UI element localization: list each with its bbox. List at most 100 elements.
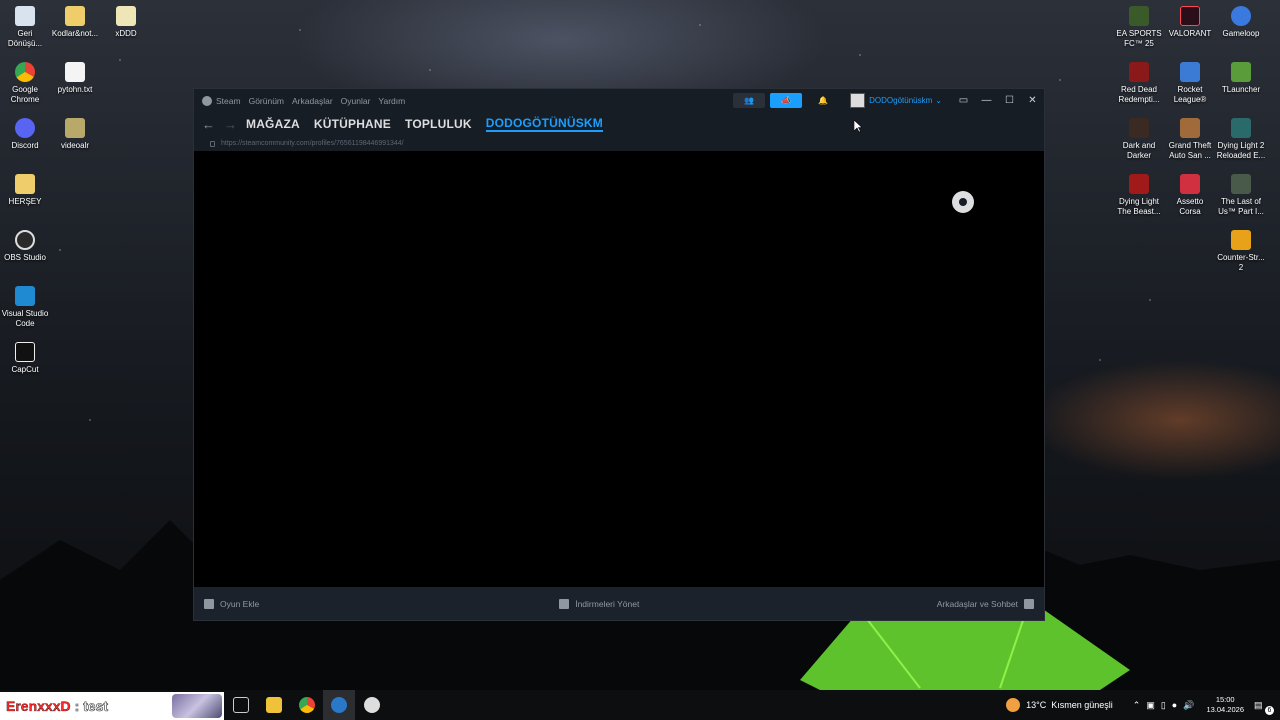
menu-help[interactable]: Yardım <box>378 96 405 106</box>
overlay-message: : test <box>74 698 109 715</box>
tab-store[interactable]: MAĞAZA <box>246 117 300 131</box>
steam-bottombar: Oyun Ekle İndirmeleri Yönet Arkadaşlar v… <box>194 587 1044 620</box>
dying-light-beast-shortcut[interactable]: Dying Light The Beast... <box>1114 174 1164 217</box>
menu-view[interactable]: Görünüm <box>249 96 284 106</box>
overlay-username: ErenxxxD <box>6 698 71 714</box>
menu-friends[interactable]: Arkadaşlar <box>292 96 333 106</box>
desktop-icon-label: Geri Dönüşü... <box>7 29 43 48</box>
file-icon <box>116 6 136 26</box>
desktop-icon-label: Google Chrome <box>10 85 40 104</box>
vscode-shortcut[interactable]: Visual Studio Code <box>0 286 50 329</box>
back-arrow-icon[interactable]: ← <box>202 117 215 132</box>
kodlar-folder-shortcut[interactable]: Kodlar&not... <box>50 6 100 39</box>
desktop-icon-label: HERŞEY <box>8 197 42 206</box>
gameloop-shortcut[interactable]: Gameloop <box>1216 6 1266 39</box>
clock-date: 13.04.2026 <box>1206 705 1244 714</box>
mic-icon[interactable]: ● <box>1172 700 1177 710</box>
notification-icon: ▤ <box>1254 699 1263 710</box>
desktop-icon-label: Dying Light 2 Reloaded E... <box>1216 141 1266 160</box>
recycle-bin-icon <box>15 6 35 26</box>
account-menu[interactable]: DODOgötünüskm ⌄ <box>850 93 942 108</box>
forward-arrow-icon[interactable]: → <box>224 117 237 132</box>
network-icon[interactable]: ▣ <box>1146 700 1155 711</box>
desktop-icon-label: TLauncher <box>1221 85 1261 94</box>
assetto-corsa-shortcut[interactable]: Assetto Corsa <box>1165 174 1215 217</box>
red-dead-shortcut[interactable]: Red Dead Redempti... <box>1114 62 1164 105</box>
stream-overlay: ErenxxxD : test <box>0 692 224 720</box>
url-bar: https://steamcommunity.com/profiles/7656… <box>194 136 1044 151</box>
chrome-taskbar-icon[interactable] <box>299 697 315 713</box>
gta-san-andreas-shortcut[interactable]: Grand Theft Auto San ... <box>1165 118 1215 161</box>
tab-profile[interactable]: DODOGÖTÜNÜSKM <box>485 116 603 132</box>
game-icon <box>1180 118 1200 138</box>
valorant-shortcut[interactable]: VALORANT <box>1165 6 1215 39</box>
download-icon <box>559 598 570 609</box>
weather-desc[interactable]: Kısmen güneşli <box>1051 700 1113 710</box>
ea-fc25-shortcut[interactable]: EA SPORTS FC™ 25 <box>1114 6 1164 49</box>
manage-downloads-label: İndirmeleri Yönet <box>575 598 640 609</box>
taskbar: ErenxxxD : test 13°C Kısmen güneşli ⌃ ▣ … <box>0 690 1280 720</box>
desktop-icon-label: The Last of Us™ Part I... <box>1218 197 1264 216</box>
steam-content-area <box>194 151 1044 587</box>
avatar <box>850 93 866 108</box>
game-icon <box>1180 62 1200 82</box>
game-icon <box>1129 174 1149 194</box>
capcut-shortcut[interactable]: CapCut <box>0 342 50 375</box>
game-icon <box>1129 118 1149 138</box>
counter-strike-2-shortcut[interactable]: Counter-Str... 2 <box>1216 230 1266 273</box>
desktop-icon-label: Dying Light The Beast... <box>1117 197 1161 216</box>
desktop-icon-label: Red Dead Redempti... <box>1118 85 1160 104</box>
system-tray: 13°C Kısmen güneşli ⌃ ▣ ▯ ● 🔊 15:00 13.0… <box>1006 690 1280 720</box>
file-explorer-icon[interactable] <box>266 697 282 713</box>
tab-community[interactable]: TOPLULUK <box>405 117 472 131</box>
monitor-icon: ▭ <box>958 95 969 106</box>
desktop-icon-label: VALORANT <box>1168 29 1212 38</box>
task-view-icon[interactable] <box>233 697 249 713</box>
friends-chat-label: Arkadaşlar ve Sohbet <box>936 598 1018 609</box>
maximize-button[interactable]: ☐ <box>998 95 1021 106</box>
battery-icon[interactable]: ▯ <box>1161 700 1166 711</box>
pytohn-txt-shortcut[interactable]: pytohn.txt <box>50 62 100 95</box>
friends-chat-button[interactable]: Arkadaşlar ve Sohbet <box>936 598 1034 609</box>
close-icon: ✕ <box>1028 95 1037 106</box>
close-button[interactable]: ✕ <box>1021 95 1044 106</box>
dark-and-darker-shortcut[interactable]: Dark and Darker <box>1114 118 1164 161</box>
xddd-shortcut[interactable]: xDDD <box>101 6 151 39</box>
desktop-icon-label: Kodlar&not... <box>51 29 99 38</box>
discord-shortcut[interactable]: Discord <box>0 118 50 151</box>
desktop-icon-label: OBS Studio <box>4 253 46 262</box>
steam-taskbar-icon-2[interactable] <box>364 697 380 713</box>
chevron-up-icon[interactable]: ⌃ <box>1133 700 1141 711</box>
url-text[interactable]: https://steamcommunity.com/profiles/7656… <box>221 140 404 147</box>
folder-icon <box>65 6 85 26</box>
last-of-us-shortcut[interactable]: The Last of Us™ Part I... <box>1216 174 1266 217</box>
desktop-icon-label: CapCut <box>11 365 39 374</box>
volume-icon[interactable]: 🔊 <box>1183 700 1194 711</box>
manage-downloads-button[interactable]: İndirmeleri Yönet <box>559 598 640 609</box>
dying-light-2-shortcut[interactable]: Dying Light 2 Reloaded E... <box>1216 118 1266 161</box>
rocket-league-shortcut[interactable]: Rocket League® <box>1165 62 1215 105</box>
steam-taskbar-icon[interactable] <box>331 697 347 713</box>
chrome-shortcut[interactable]: Google Chrome <box>0 62 50 105</box>
add-game-button[interactable]: Oyun Ekle <box>204 598 259 609</box>
videoalr-folder-shortcut[interactable]: videoalr <box>50 118 100 151</box>
big-picture-button[interactable]: ▭ <box>952 95 975 106</box>
obs-shortcut[interactable]: OBS Studio <box>0 230 50 263</box>
notifications-button[interactable]: 🔔 <box>807 93 839 108</box>
recycle-bin-shortcut[interactable]: Geri Dönüşü... <box>0 6 50 49</box>
minimize-button[interactable]: — <box>975 95 998 106</box>
hersey-folder-shortcut[interactable]: HERŞEY <box>0 174 50 207</box>
friends-activity-button[interactable]: 👥 <box>733 93 766 108</box>
tab-library[interactable]: KÜTÜPHANE <box>314 117 391 131</box>
menu-steam[interactable]: Steam <box>216 96 241 106</box>
weather-temp[interactable]: 13°C <box>1026 700 1046 710</box>
steam-navbar: ← → MAĞAZA KÜTÜPHANE TOPLULUK DODOGÖTÜNÜ… <box>194 112 1044 136</box>
chrome-icon <box>15 62 35 82</box>
capcut-icon <box>15 342 35 362</box>
minecraft-icon <box>1231 62 1251 82</box>
announcements-button[interactable]: 📣 <box>770 93 803 108</box>
menu-games[interactable]: Oyunlar <box>341 96 371 106</box>
clock[interactable]: 15:00 13.04.2026 <box>1206 695 1244 715</box>
tlauncher-shortcut[interactable]: TLauncher <box>1216 62 1266 95</box>
notification-center-button[interactable]: ▤ 6 <box>1254 699 1274 715</box>
